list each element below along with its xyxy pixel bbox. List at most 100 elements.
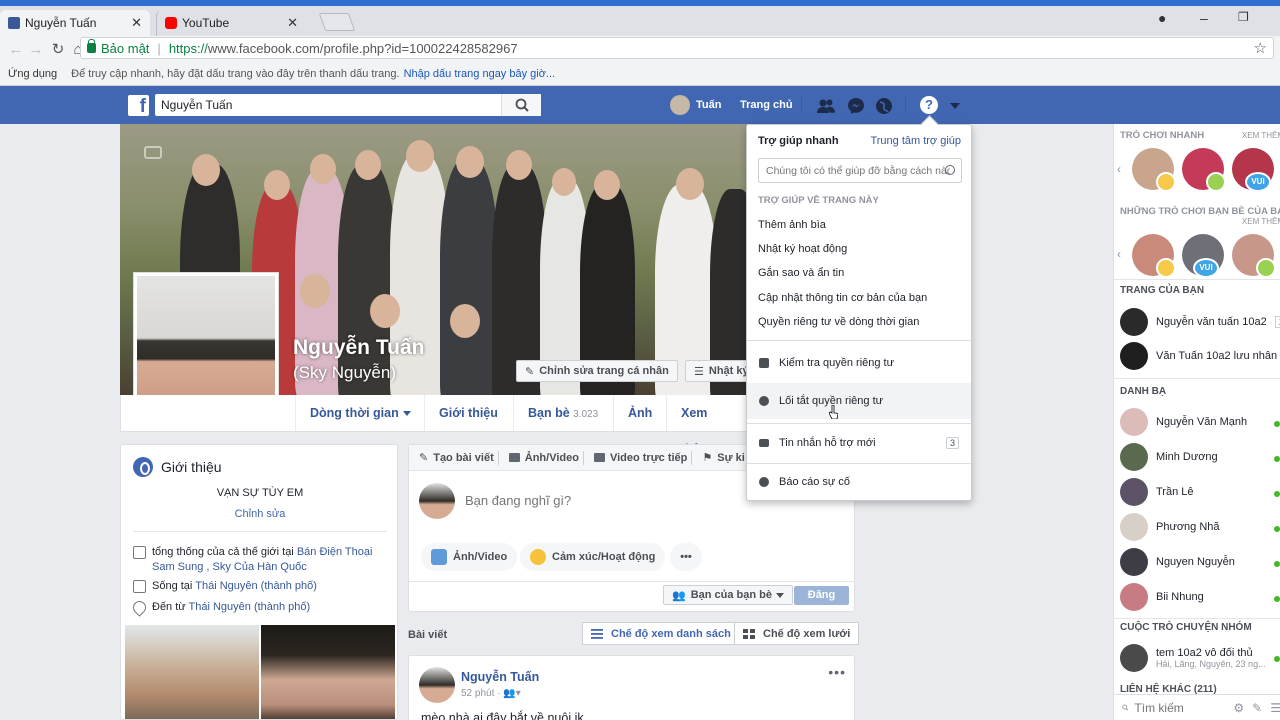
edit-bio-link[interactable]: Chỉnh sửa xyxy=(121,508,397,520)
work-link[interactable]: Bán Điện Thoại xyxy=(297,546,373,558)
chevron-left-icon[interactable]: ‹ xyxy=(1117,162,1121,176)
more-options-button[interactable]: ••• xyxy=(670,543,702,571)
privacy-shortcuts-item[interactable]: Lối tắt quyền riêng tư xyxy=(747,383,971,419)
featured-photo[interactable] xyxy=(261,625,395,719)
reload-icon[interactable]: ↻ xyxy=(48,40,68,58)
avatar xyxy=(1120,583,1148,611)
help-link-activity-log[interactable]: Nhật ký hoạt động xyxy=(758,243,847,255)
friend-requests-icon[interactable] xyxy=(817,97,835,115)
bookmark-star-icon[interactable]: ☆ xyxy=(1254,39,1267,57)
see-all-link[interactable]: XEM THÊM xyxy=(1242,131,1280,140)
contact-item[interactable]: Phương Nhã xyxy=(1120,513,1220,541)
game-badge-icon xyxy=(1206,172,1226,192)
contact-item[interactable]: Nguyen Nguyễn xyxy=(1120,548,1235,576)
apps-shortcut[interactable]: Ứng dụng xyxy=(8,68,57,80)
search-input[interactable] xyxy=(161,98,501,112)
feeling-activity-chip[interactable]: Cảm xúc/Hoạt động xyxy=(520,543,666,571)
group-chat-icon[interactable]: ☰ xyxy=(1270,701,1280,715)
contact-item[interactable]: Bii Nhung xyxy=(1120,583,1204,611)
see-all-link[interactable]: XEM THÊM xyxy=(1242,217,1280,226)
home-link[interactable]: Trang chủ xyxy=(740,99,793,111)
forward-icon[interactable]: → xyxy=(26,41,46,58)
camera-icon[interactable] xyxy=(144,146,162,159)
tab-more[interactable]: Xem thêm xyxy=(666,395,746,456)
account-menu-caret-icon[interactable] xyxy=(950,103,960,109)
restore-icon[interactable]: ❐ xyxy=(1238,10,1249,24)
avatar xyxy=(1120,513,1148,541)
pencil-icon: ✎ xyxy=(525,365,535,378)
tab-timeline[interactable]: Dòng thời gian xyxy=(295,395,425,431)
import-bookmarks-link[interactable]: Nhập dấu trang ngay bây giờ... xyxy=(404,68,556,80)
profile-link[interactable]: Tuấn xyxy=(670,95,721,115)
tab-live-video[interactable]: Video trực tiếp xyxy=(593,452,687,464)
tab-friends[interactable]: Bạn bè 3.023 xyxy=(513,395,612,431)
unread-count-badge: 3 xyxy=(945,437,959,449)
post-button[interactable]: Đăng xyxy=(794,586,849,605)
page-item[interactable]: Văn Tuấn 10a2 lưu nhân ... xyxy=(1120,342,1280,370)
audience-selector[interactable]: 👥 Bạn của bạn bè xyxy=(663,585,793,605)
hometown-info: Đến từ Thái Nguyên (thành phố) xyxy=(130,598,311,617)
messenger-icon[interactable] xyxy=(847,97,865,115)
help-center-link[interactable]: Trung tâm trợ giúp xyxy=(870,135,961,147)
chat-search-input[interactable] xyxy=(1134,700,1230,715)
facebook-header: f Tuấn Trang chủ ? xyxy=(0,86,1280,124)
back-icon[interactable]: ← xyxy=(6,41,26,58)
close-icon[interactable]: ✕ xyxy=(131,15,142,31)
hometown-link[interactable]: Thái Nguyên (thành phố) xyxy=(189,601,311,613)
profile-icon[interactable]: ● xyxy=(1158,10,1166,26)
post-timestamp[interactable]: 52 phút · 👥▾ xyxy=(461,688,521,699)
privacy-checkup-item[interactable]: Kiểm tra quyền riêng tư xyxy=(747,345,971,381)
facebook-logo[interactable]: f xyxy=(128,95,149,116)
work-link-2[interactable]: Sam Sung , Sky Của Hàn Quốc xyxy=(152,561,307,573)
tab-about[interactable]: Giới thiệu xyxy=(424,395,512,431)
page-item[interactable]: Nguyễn văn tuấn 10a21 xyxy=(1120,308,1280,336)
tab-create-post[interactable]: ✎ Tạo bài viết xyxy=(419,451,494,465)
help-link-update-info[interactable]: Cập nhật thông tin cơ bản của bạn xyxy=(758,292,927,304)
photo-video-chip[interactable]: Ảnh/Video xyxy=(421,543,518,571)
address-bar[interactable]: Bảo mật | https:// www.facebook.com/prof… xyxy=(80,37,1274,59)
lives-link[interactable]: Thái Nguyên (thành phố) xyxy=(195,580,317,592)
mouse-cursor-icon xyxy=(829,405,838,419)
chevron-left-icon[interactable]: ‹ xyxy=(1117,247,1121,261)
tab-photos[interactable]: Ảnh xyxy=(613,395,666,431)
post-options-button[interactable]: ••• xyxy=(828,664,846,680)
tab-photo-video[interactable]: Ảnh/Video xyxy=(508,452,579,464)
tab-facebook[interactable]: Nguyễn Tuấn ✕ xyxy=(0,10,150,36)
browser-toolbar: ← → ↻ ⌂ Bảo mật | https:// www.facebook.… xyxy=(0,36,1280,62)
status-input[interactable] xyxy=(465,493,745,508)
gear-icon[interactable]: ⚙ xyxy=(1233,701,1244,715)
security-indicator[interactable]: Bảo mật xyxy=(87,39,149,56)
help-link-add-cover[interactable]: Thêm ảnh bìa xyxy=(758,219,826,231)
help-button[interactable]: ? xyxy=(920,96,938,114)
your-pages-title: TRANG CỦA BẠN xyxy=(1120,285,1205,296)
timeline-nav: Dòng thời gian Giới thiệu Bạn bè 3.023 Ả… xyxy=(120,395,747,456)
contact-item[interactable]: Nguyễn Văn Mạnh xyxy=(1120,408,1247,436)
edit-profile-label: Chỉnh sửa trang cá nhân xyxy=(539,365,669,377)
contact-item[interactable]: Trần Lê xyxy=(1120,478,1194,506)
compose-icon[interactable]: ✎ xyxy=(1252,701,1262,715)
new-tab-button[interactable] xyxy=(318,13,356,31)
tab-youtube[interactable]: YouTube ✕ xyxy=(156,10,306,36)
activity-log-button[interactable]: ☰ Nhật ký xyxy=(685,360,747,382)
support-inbox-item[interactable]: Tin nhắn hỗ trợ mới 3 xyxy=(747,425,971,461)
minimize-icon[interactable]: – xyxy=(1200,10,1208,26)
contact-item[interactable]: Minh Dương xyxy=(1120,443,1218,471)
post-author[interactable]: Nguyễn Tuấn xyxy=(461,670,539,684)
help-search-input[interactable] xyxy=(766,164,950,177)
help-link-star-hide[interactable]: Gắn sao và ẩn tin xyxy=(758,267,844,279)
search-button[interactable] xyxy=(501,94,541,116)
help-dropdown: Trợ giúp nhanh Trung tâm trợ giúp TRỢ GI… xyxy=(746,124,972,501)
group-chat-item[interactable]: tem 10a2 vô đối thủ Hải, Lãng, Nguyên, 23… xyxy=(1120,644,1266,672)
notifications-globe-icon[interactable] xyxy=(875,97,893,115)
report-problem-item[interactable]: Báo cáo sự cố xyxy=(747,464,971,500)
close-icon[interactable]: ✕ xyxy=(287,15,298,31)
grid-view-button[interactable]: Chế độ xem lưới xyxy=(734,622,860,645)
post-text: mèo nhà ai đây bắt về nuôi ik xyxy=(421,711,584,720)
edit-profile-button[interactable]: ✎ Chỉnh sửa trang cá nhân xyxy=(516,360,678,382)
featured-photo[interactable] xyxy=(125,625,259,719)
help-link-timeline-privacy[interactable]: Quyền riêng tư về dòng thời gian xyxy=(758,316,919,328)
list-view-button[interactable]: Chế độ xem danh sách xyxy=(582,622,740,645)
avatar[interactable] xyxy=(419,667,455,703)
briefcase-icon xyxy=(133,546,146,559)
tab-life-event[interactable]: ⚑ Sự ki xyxy=(702,451,744,465)
